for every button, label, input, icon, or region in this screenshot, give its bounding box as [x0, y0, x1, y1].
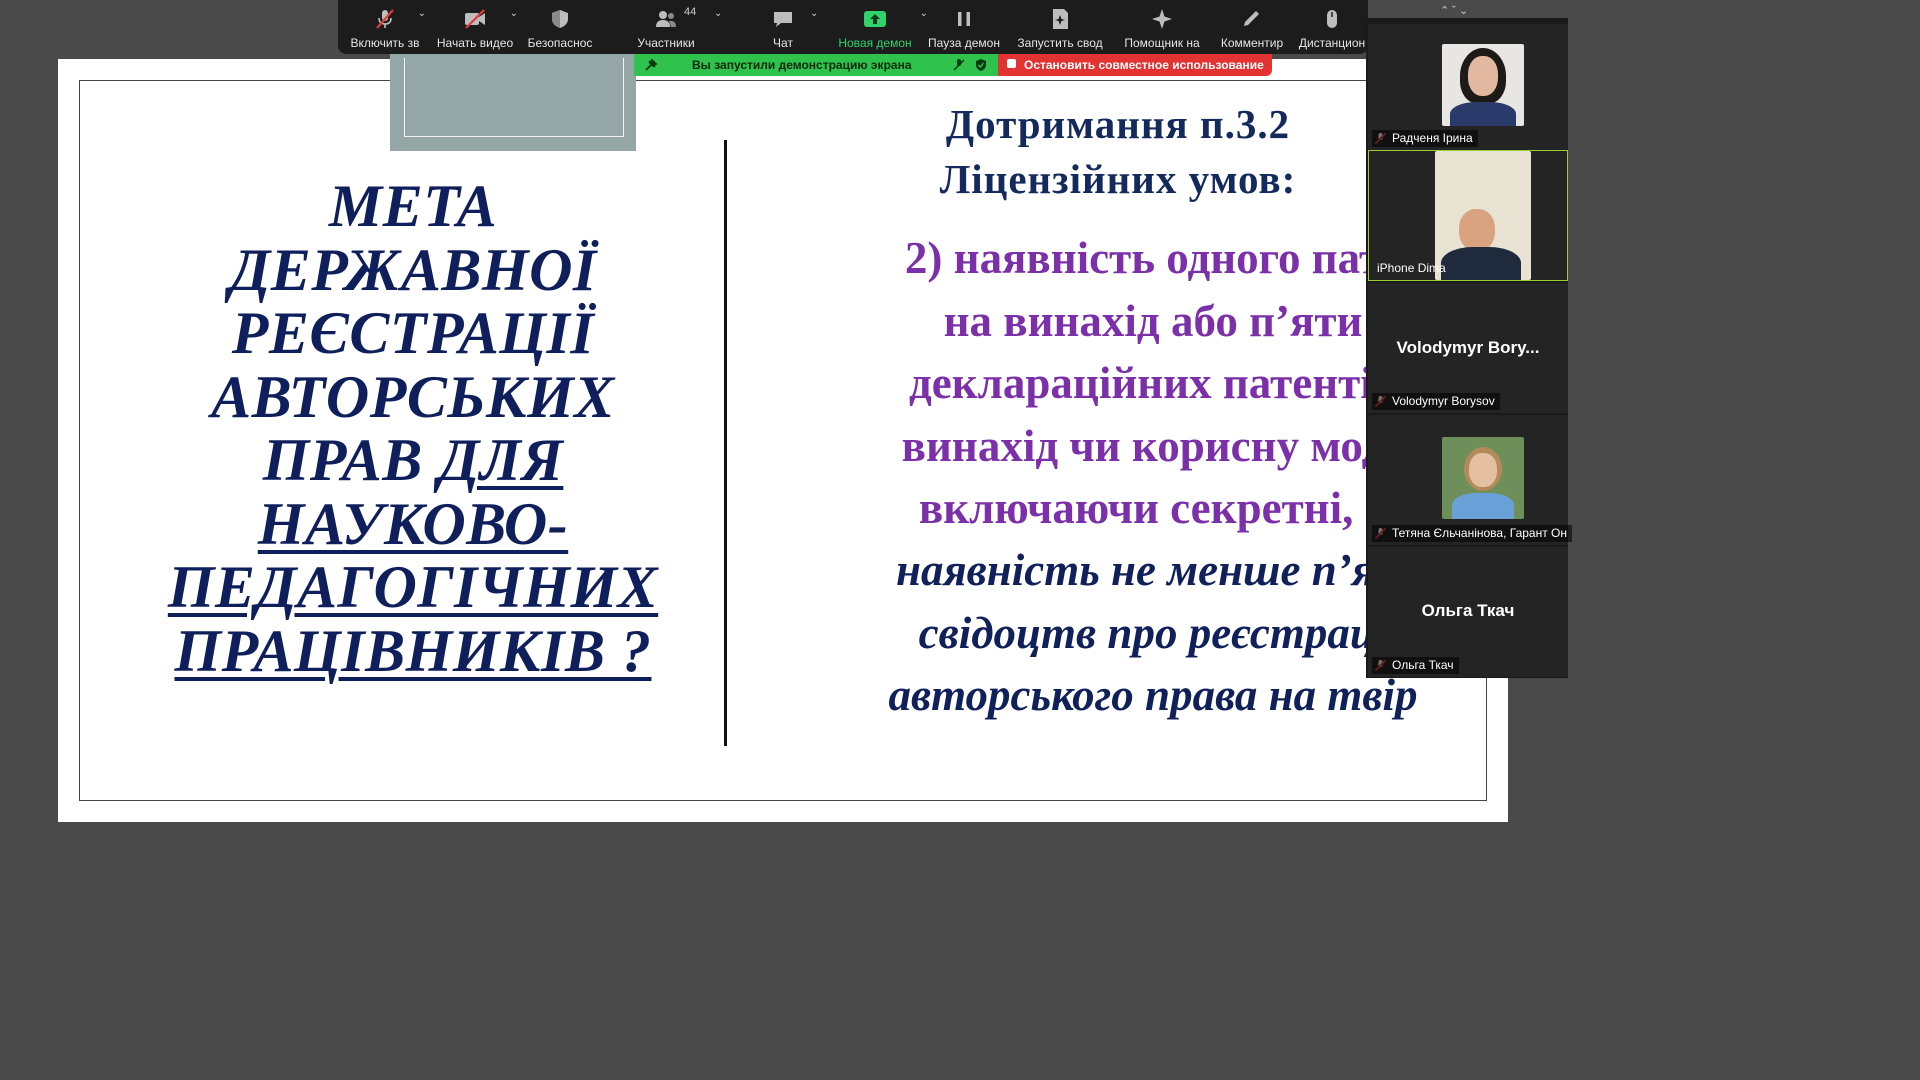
remote-control-button[interactable]: Дистанцион [1298, 0, 1366, 54]
title-line: ДЕРЖАВНОЇ [229, 236, 597, 303]
stop-icon [1007, 59, 1016, 68]
chevron-down-icon[interactable]: ⌄ [810, 8, 818, 19]
participant-display-name: Volodymyr Bory... [1396, 338, 1540, 357]
participant-tile[interactable]: Радченя Ірина [1368, 24, 1568, 150]
panel-view-options-icon[interactable]: ⌃ ˘ ⌄ [1440, 4, 1468, 17]
heading-line: Ліцензійних умов: [939, 156, 1297, 202]
title-line-underlined: НАУКОВО- [257, 490, 569, 557]
chevron-down-icon[interactable]: ⌄ [510, 8, 518, 19]
video-off-icon [465, 9, 485, 29]
participant-name: Ольга Ткач [1372, 657, 1459, 674]
slide-divider [724, 140, 727, 746]
participant-tile-active-speaker[interactable]: iPhone Dima [1368, 150, 1568, 281]
unmute-button[interactable]: ⌄ Включить зв [342, 0, 428, 54]
participant-name: Тетяна Єльчанінова, Гарант Он [1372, 525, 1573, 542]
chevron-down-icon[interactable]: ⌄ [418, 8, 426, 19]
chevron-down-icon[interactable]: ⌄ [714, 8, 722, 19]
slide-right-heading: Дотримання п.3.2 Ліцензійних умов: [848, 97, 1388, 207]
sparkle-icon [1152, 9, 1172, 29]
participant-name: iPhone Dima [1377, 261, 1446, 275]
shield-icon [552, 10, 568, 28]
share-status-text: Вы запустили демонстрацию экрана [692, 58, 912, 72]
summary-icon [1053, 9, 1068, 29]
new-share-button[interactable]: ⌄ Новая демон [832, 0, 928, 54]
chat-icon [774, 12, 792, 27]
participant-tile[interactable]: Volodymyr Bory... Volodymyr Borysov [1368, 283, 1568, 413]
participants-icon [656, 11, 676, 27]
security-button[interactable]: Безопаснос [520, 0, 600, 54]
slide-decoration-box [390, 54, 636, 151]
heading-line: Дотримання п.3.2 [945, 101, 1291, 147]
title-line: МЕТА [328, 173, 498, 239]
stop-share-button[interactable]: Остановить совместное использование [998, 54, 1272, 76]
participant-video [1442, 44, 1524, 126]
participant-name: Volodymyr Borysov [1372, 393, 1500, 410]
participant-video [1442, 437, 1524, 519]
participant-tile[interactable]: Тетяна Єльчанінова, Гарант Он [1368, 415, 1573, 545]
participants-button[interactable]: 44 Участники [628, 0, 704, 54]
mic-muted-icon [376, 9, 394, 29]
pin-icon[interactable] [644, 58, 658, 72]
pause-share-button[interactable]: Пауза демон [924, 0, 1004, 54]
participant-display-name: Ольга Ткач [1421, 601, 1515, 620]
title-line: РЕЄСТРАЦІЇ [231, 300, 595, 366]
title-line-underlined: ПЕДАГОГІЧНИХ [167, 554, 659, 620]
pencil-icon [1244, 11, 1259, 26]
screen-share-banner: Вы запустили демонстрацию экрана [634, 54, 998, 76]
annotate-button[interactable]: Комментир [1214, 0, 1290, 54]
participants-count: 44 [684, 6, 697, 18]
title-line: АВТОРСЬКИХ [211, 363, 615, 430]
shared-slide: МЕТА ДЕРЖАВНОЇ РЕЄСТРАЦІЇ АВТОРСЬКИХ ПРА… [58, 54, 1508, 822]
meeting-toolbar: ⌄ Включить зв ⌄ Начать видео Безопаснос … [338, 0, 1368, 54]
slide-left-title: МЕТА ДЕРЖАВНОЇ РЕЄСТРАЦІЇ АВТОРСЬКИХ ПРА… [118, 173, 708, 684]
start-summary-button[interactable]: Запустить свод [1012, 0, 1108, 54]
pause-icon [958, 12, 970, 26]
share-screen-icon [864, 11, 886, 27]
mic-muted-icon[interactable] [952, 58, 966, 72]
ai-companion-button[interactable]: Помощник на [1116, 0, 1208, 54]
shield-check-icon[interactable] [974, 58, 988, 72]
title-line-underlined: ПРАЦІВНИКІВ ? [174, 617, 652, 684]
title-line: ПРАВ [262, 427, 439, 493]
start-video-button[interactable]: ⌄ Начать видео [432, 0, 518, 54]
participant-tile[interactable]: Ольга Ткач Ольга Ткач [1368, 547, 1568, 677]
chat-button[interactable]: Чат [758, 0, 808, 54]
title-line-underlined: ДЛЯ [438, 427, 564, 493]
mouse-icon [1327, 10, 1337, 28]
participant-name: Радченя Ірина [1372, 130, 1478, 147]
